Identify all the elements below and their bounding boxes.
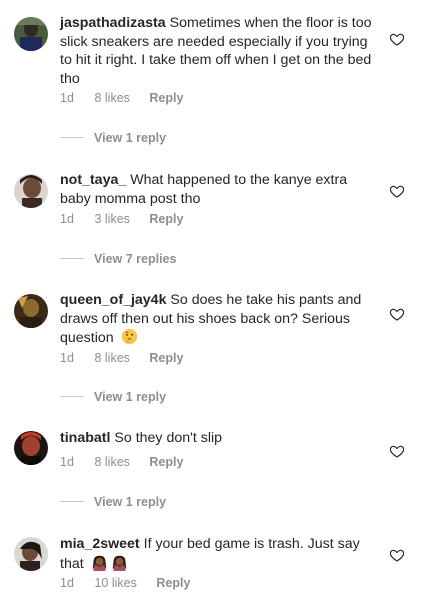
comment-time: 1d — [60, 212, 74, 226]
comment-meta: 1d 3 likes Reply — [60, 212, 183, 226]
heart-icon[interactable] — [389, 443, 405, 459]
heart-icon[interactable] — [389, 183, 405, 199]
comment-username[interactable]: tinabatl — [60, 430, 110, 446]
reply-button[interactable]: Reply — [149, 351, 183, 365]
comment-likes[interactable]: 8 likes — [94, 351, 129, 365]
avatar[interactable] — [14, 174, 48, 208]
heart-icon[interactable] — [389, 306, 405, 322]
comment-meta: 1d 10 likes Reply — [60, 576, 190, 590]
comment-time: 1d — [60, 351, 74, 365]
comment-body: not_taya_ What happened to the kanye ext… — [60, 171, 376, 208]
avatar[interactable] — [14, 537, 48, 571]
view-replies-button[interactable]: View 1 reply — [60, 495, 166, 509]
comment-item: tinabatl So they don't slip 1d 8 likes R… — [0, 420, 421, 518]
comment-body: jaspathadizasta Sometimes when the floor… — [60, 14, 376, 88]
comment-body: queen_of_jay4k So does he take his pants… — [60, 291, 376, 348]
comment-item: jaspathadizasta Sometimes when the floor… — [0, 0, 421, 150]
reply-button[interactable]: Reply — [149, 212, 183, 226]
comments-list: jaspathadizasta Sometimes when the floor… — [0, 0, 421, 600]
comment-username[interactable]: jaspathadizasta — [60, 15, 166, 31]
reply-divider — [60, 501, 84, 503]
view-replies-button[interactable]: View 1 reply — [60, 131, 166, 145]
comment-username[interactable]: not_taya_ — [60, 172, 126, 188]
woman-gesturing-no-emoji — [111, 554, 128, 571]
reply-divider — [60, 258, 84, 260]
view-replies-button[interactable]: View 1 reply — [60, 390, 166, 404]
comment-username[interactable]: mia_2sweet — [60, 536, 140, 552]
view-replies-label: View 1 reply — [94, 131, 167, 145]
comment-item: mia_2sweet If your bed game is trash. Ju… — [0, 526, 421, 600]
comment-likes[interactable]: 3 likes — [94, 212, 129, 226]
avatar[interactable] — [14, 431, 48, 465]
avatar[interactable] — [14, 17, 48, 51]
view-replies-label: View 1 reply — [94, 390, 167, 404]
comment-meta: 1d 8 likes Reply — [60, 455, 183, 469]
reply-button[interactable]: Reply — [149, 91, 183, 105]
comment-likes[interactable]: 8 likes — [94, 91, 129, 105]
heart-icon[interactable] — [389, 547, 405, 563]
reply-divider — [60, 137, 84, 139]
thinking-face-emoji — [121, 328, 138, 345]
woman-gesturing-no-emoji — [91, 554, 108, 571]
view-replies-label: View 1 reply — [94, 495, 167, 509]
comment-time: 1d — [60, 91, 74, 105]
comment-likes[interactable]: 10 likes — [94, 576, 136, 590]
reply-divider — [60, 396, 84, 398]
reply-button[interactable]: Reply — [149, 455, 183, 469]
view-replies-button[interactable]: View 7 replies — [60, 252, 176, 266]
comment-body: mia_2sweet If your bed game is trash. Ju… — [60, 535, 376, 573]
avatar[interactable] — [14, 294, 48, 328]
comment-time: 1d — [60, 576, 74, 590]
comment-item: not_taya_ What happened to the kanye ext… — [0, 160, 421, 274]
comment-item: queen_of_jay4k So does he take his pants… — [0, 282, 421, 412]
view-replies-label: View 7 replies — [94, 252, 177, 266]
comment-username[interactable]: queen_of_jay4k — [60, 292, 166, 308]
comment-text: So they don't slip — [114, 430, 223, 446]
comment-time: 1d — [60, 455, 74, 469]
comment-meta: 1d 8 likes Reply — [60, 351, 183, 365]
comment-likes[interactable]: 8 likes — [94, 455, 129, 469]
comment-meta: 1d 8 likes Reply — [60, 91, 183, 105]
comment-body: tinabatl So they don't slip — [60, 429, 376, 448]
reply-button[interactable]: Reply — [156, 576, 190, 590]
heart-icon[interactable] — [389, 31, 405, 47]
